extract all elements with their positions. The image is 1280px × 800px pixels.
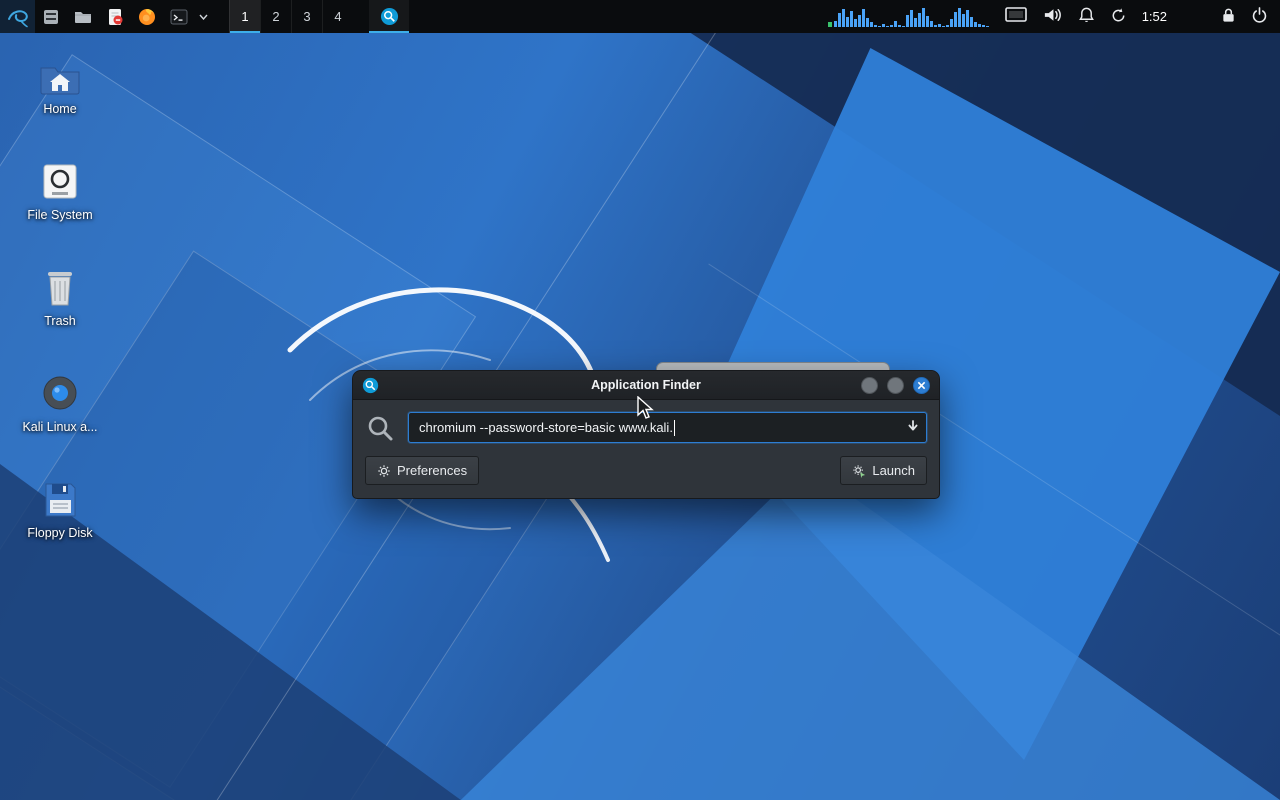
launch-label: Launch <box>872 463 915 478</box>
desktop: Home File System Trash Kali Linux a... <box>0 0 1280 800</box>
search-icon <box>365 413 395 443</box>
close-icon <box>917 381 926 390</box>
desktop-icon-label: Kali Linux a... <box>8 420 112 434</box>
trash-icon <box>37 268 83 308</box>
workspace-4[interactable]: 4 <box>322 0 353 33</box>
window-title: Application Finder <box>353 378 939 392</box>
gear-icon <box>377 464 391 478</box>
preferences-button[interactable]: Preferences <box>365 456 479 485</box>
workspace-label: 1 <box>241 9 248 24</box>
launch-button[interactable]: Launch <box>840 456 927 485</box>
workspace-label: 3 <box>303 9 310 24</box>
disc-icon <box>37 374 83 414</box>
dropdown-arrow-icon[interactable] <box>907 420 919 436</box>
folder-icon <box>73 7 93 27</box>
file-manager-launcher[interactable] <box>35 0 67 33</box>
workspace-label: 4 <box>334 9 341 24</box>
preferences-label: Preferences <box>397 463 467 478</box>
workspace-3[interactable]: 3 <box>291 0 322 33</box>
minimize-button[interactable] <box>861 377 878 394</box>
desktop-icon-label: Floppy Disk <box>8 526 112 540</box>
taskbar-application-finder[interactable] <box>369 0 409 33</box>
mouse-cursor <box>636 396 656 420</box>
launcher-dropdown-chevron-icon[interactable] <box>195 0 211 33</box>
terminal-launcher[interactable] <box>163 0 195 33</box>
terminal-icon <box>169 7 189 27</box>
desktop-icon-floppy-disk[interactable]: Floppy Disk <box>8 480 112 540</box>
drive-icon <box>37 162 83 202</box>
application-finder-task-icon <box>380 7 399 26</box>
top-panel: 1 2 3 4 <box>0 0 1280 33</box>
search-input[interactable]: chromium --password-store=basic www.kali… <box>408 412 927 443</box>
desktop-icon-file-system[interactable]: File System <box>8 162 112 222</box>
desktop-icon-label: Home <box>8 102 112 116</box>
desktop-icon-kali-linux[interactable]: Kali Linux a... <box>8 374 112 434</box>
launch-icon <box>852 464 866 478</box>
maximize-button[interactable] <box>887 377 904 394</box>
clock[interactable]: 1:52 <box>1142 9 1167 24</box>
cpu-graph[interactable] <box>828 6 990 28</box>
display-icon[interactable] <box>1005 7 1027 26</box>
text-caret <box>674 420 675 436</box>
firefox-launcher[interactable] <box>131 0 163 33</box>
desktop-icon-label: File System <box>8 208 112 222</box>
desktop-icon-home[interactable]: Home <box>8 56 112 116</box>
kali-logo-icon <box>6 5 30 29</box>
floppy-icon <box>37 480 83 520</box>
refresh-icon[interactable] <box>1110 7 1127 27</box>
power-icon[interactable] <box>1251 6 1268 27</box>
notification-bell-icon[interactable] <box>1078 6 1095 27</box>
application-finder-window: Application Finder chromium --password <box>352 370 940 499</box>
document-icon <box>105 7 125 27</box>
kali-menu-button[interactable] <box>0 0 35 33</box>
text-editor-launcher[interactable] <box>99 0 131 33</box>
folder-launcher[interactable] <box>67 0 99 33</box>
close-button[interactable] <box>913 377 930 394</box>
lock-icon[interactable] <box>1221 6 1236 27</box>
desktop-icon-label: Trash <box>8 314 112 328</box>
system-tray: 1:52 <box>828 0 1280 33</box>
file-cabinet-icon <box>41 7 61 27</box>
workspace-2[interactable]: 2 <box>260 0 291 33</box>
application-finder-icon <box>362 377 379 394</box>
volume-icon[interactable] <box>1042 6 1063 27</box>
firefox-icon <box>137 7 157 27</box>
home-icon <box>37 56 83 96</box>
search-query-text: chromium --password-store=basic www.kali… <box>419 420 673 435</box>
workspace-label: 2 <box>272 9 279 24</box>
workspace-1[interactable]: 1 <box>229 0 260 33</box>
desktop-icon-trash[interactable]: Trash <box>8 268 112 328</box>
